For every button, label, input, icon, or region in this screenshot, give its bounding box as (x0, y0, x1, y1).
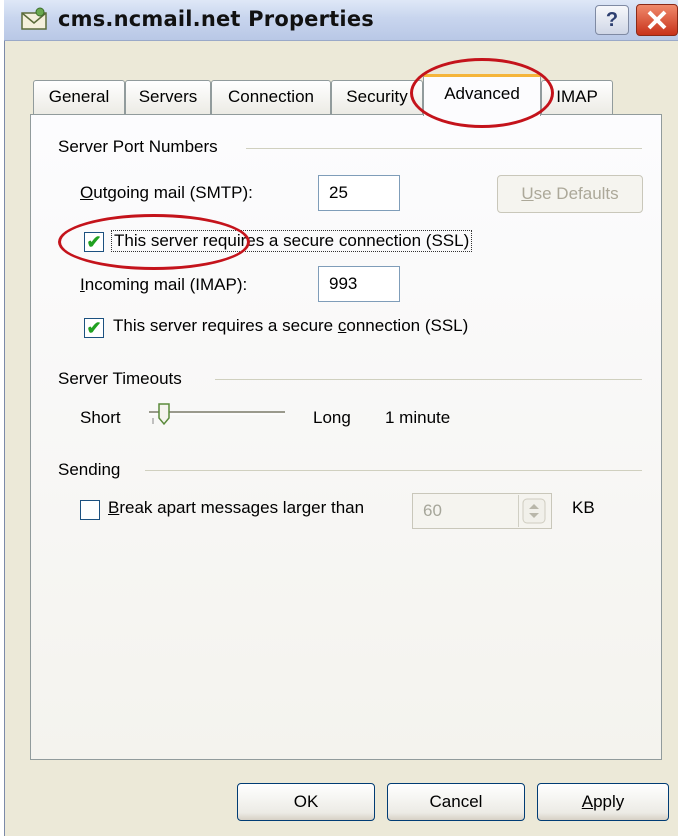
group-divider (215, 379, 642, 380)
incoming-port-field[interactable]: 993 (318, 266, 400, 302)
incoming-mail-label: Incoming mail (IMAP): (80, 275, 248, 294)
close-button[interactable] (636, 4, 678, 36)
annotation-circle-advanced-tab (410, 58, 554, 128)
tab-servers[interactable]: Servers (125, 80, 211, 114)
close-icon (647, 10, 667, 30)
kb-unit-label: KB (572, 498, 595, 517)
incoming-ssl-label[interactable]: This server requires a secure connection… (113, 316, 468, 336)
tab-connection[interactable]: Connection (211, 80, 331, 114)
apply-button[interactable]: Apply (537, 783, 669, 821)
server-port-numbers-label: Server Port Numbers (58, 137, 218, 156)
outgoing-port-field[interactable]: 25 (318, 175, 400, 211)
ok-button[interactable]: OK (237, 783, 375, 821)
tab-general[interactable]: General (33, 80, 125, 114)
slider-thumb (158, 403, 170, 426)
size-spinner[interactable] (518, 495, 549, 527)
sending-label: Sending (58, 460, 121, 479)
mail-account-icon (21, 7, 47, 30)
incoming-ssl-checkbox[interactable]: ✔ (84, 318, 104, 338)
break-apart-label[interactable]: Break apart messages larger than (108, 498, 364, 518)
group-divider (246, 148, 642, 149)
tab-security[interactable]: Security (331, 80, 423, 114)
spinner-arrows-icon (522, 498, 546, 524)
short-label: Short (80, 408, 121, 427)
group-divider (145, 470, 642, 471)
cancel-button[interactable]: Cancel (387, 783, 525, 821)
server-timeouts-label: Server Timeouts (58, 369, 182, 388)
break-apart-checkbox[interactable] (80, 500, 100, 520)
timeout-slider[interactable] (145, 400, 289, 430)
dialog-title: cms.ncmail.net Properties (58, 7, 374, 31)
long-label: Long (313, 408, 351, 427)
annotation-circle-ssl-checkbox (58, 214, 250, 270)
outgoing-mail-label: Outgoing mail (SMTP): (80, 183, 253, 202)
help-button[interactable]: ? (595, 5, 629, 35)
timeout-value: 1 minute (385, 408, 451, 427)
use-defaults-button[interactable]: Use Defaults (497, 175, 643, 213)
